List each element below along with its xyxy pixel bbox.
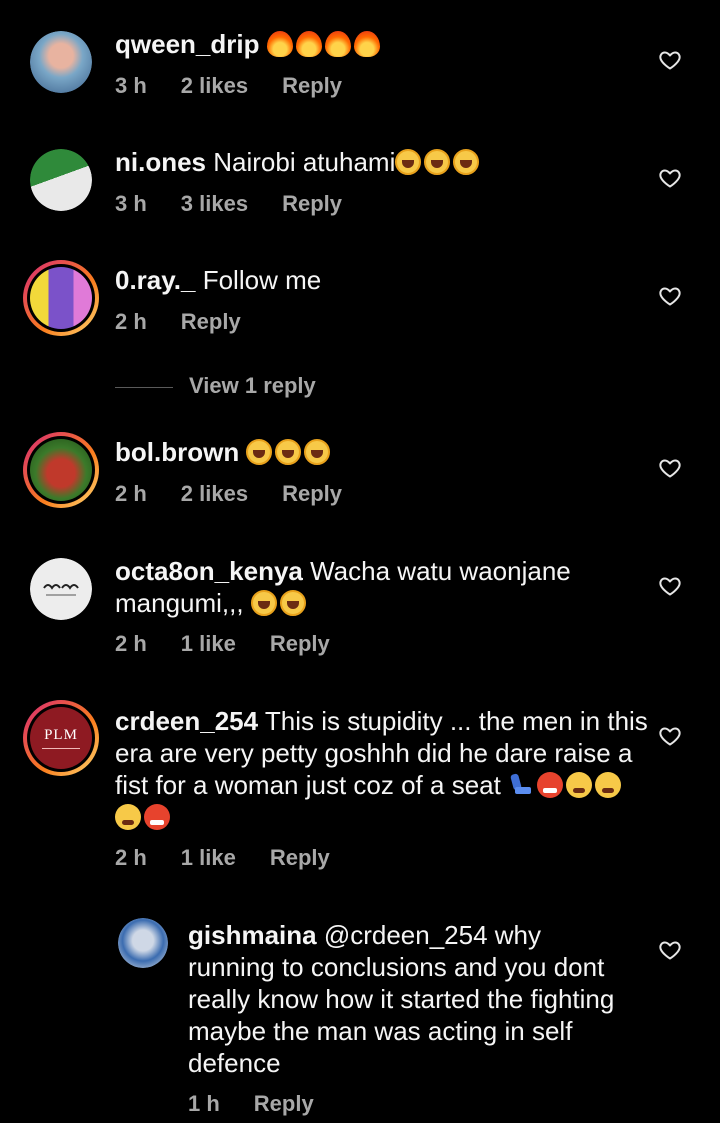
- reply-button[interactable]: Reply: [282, 481, 342, 506]
- comment-text: crdeen_254 This is stupidity ... the men…: [115, 705, 650, 833]
- heart-outline-icon[interactable]: [658, 456, 682, 480]
- comment-username[interactable]: ni.ones: [115, 147, 206, 177]
- reply-button[interactable]: Reply: [270, 631, 330, 656]
- divider: [115, 386, 173, 388]
- comment-body: Nairobi atuhami: [213, 147, 396, 177]
- heart-outline-icon[interactable]: [658, 574, 682, 598]
- comment-meta: 3 h 3 likes Reply: [115, 191, 376, 217]
- comment-time: 2 h: [115, 481, 147, 506]
- avatar-story-ring[interactable]: [23, 432, 99, 508]
- steam-nose-emoji-icon: [595, 772, 622, 798]
- emoji-group: [266, 29, 383, 59]
- laughing-emoji-icon: [395, 149, 422, 175]
- fire-emoji-icon: [353, 31, 380, 57]
- comment-likes[interactable]: 1 like: [181, 845, 236, 870]
- comment-likes[interactable]: 1 like: [181, 631, 236, 656]
- comment-time: 2 h: [115, 845, 147, 870]
- avatar-story-ring[interactable]: PLM: [23, 700, 99, 776]
- comment-meta: 1 h Reply: [188, 1091, 348, 1117]
- emoji-group: [395, 147, 482, 177]
- laughing-emoji-icon: [304, 439, 331, 465]
- heart-outline-icon[interactable]: [658, 724, 682, 748]
- laughing-emoji-icon: [250, 590, 277, 616]
- comment-meta: 2 h Reply: [115, 309, 275, 335]
- comment-likes[interactable]: 2 likes: [181, 481, 248, 506]
- avatar[interactable]: [30, 31, 92, 93]
- heart-outline-icon[interactable]: [658, 284, 682, 308]
- comment-meta: 2 h 2 likes Reply: [115, 481, 376, 507]
- laughing-emoji-icon: [424, 149, 451, 175]
- comment-username[interactable]: crdeen_254: [115, 706, 258, 736]
- view-replies-label: View 1 reply: [189, 373, 316, 398]
- heart-outline-icon[interactable]: [658, 166, 682, 190]
- avatar-logo-text: PLM: [44, 727, 78, 743]
- comment-text: bol.brown: [115, 436, 645, 468]
- avatar: PLM: [30, 707, 92, 769]
- steam-nose-emoji-icon: [566, 772, 593, 798]
- comment-text: ni.ones Nairobi atuhami: [115, 146, 645, 178]
- reply-button[interactable]: Reply: [270, 845, 330, 870]
- comment-username[interactable]: 0.ray._: [115, 265, 195, 295]
- heart-outline-icon[interactable]: [658, 938, 682, 962]
- avatar[interactable]: [30, 558, 92, 620]
- avatar: [30, 439, 92, 501]
- angry-face-emoji-icon: [144, 804, 170, 830]
- comment-text: gishmaina @crdeen_254 why running to con…: [188, 919, 628, 1079]
- avatar[interactable]: [30, 149, 92, 211]
- avatar: [30, 267, 92, 329]
- heart-outline-icon[interactable]: [658, 48, 682, 72]
- view-replies-button[interactable]: View 1 reply: [115, 373, 316, 399]
- comment-username[interactable]: qween_drip: [115, 29, 259, 59]
- comment-time: 3 h: [115, 191, 147, 216]
- fire-emoji-icon: [266, 31, 293, 57]
- comment-meta: 3 h 2 likes Reply: [115, 73, 376, 99]
- comment-time: 2 h: [115, 631, 147, 656]
- reply-button[interactable]: Reply: [254, 1091, 314, 1116]
- reply-button[interactable]: Reply: [282, 73, 342, 98]
- comment-time: 3 h: [115, 73, 147, 98]
- comment-likes[interactable]: 2 likes: [181, 73, 248, 98]
- comment-time: 1 h: [188, 1091, 220, 1116]
- comment-username[interactable]: octa8on_kenya: [115, 556, 303, 586]
- angry-face-emoji-icon: [537, 772, 564, 798]
- comment-text: octa8on_kenya Wacha watu waonjane mangum…: [115, 555, 645, 619]
- fire-emoji-icon: [324, 31, 351, 57]
- steam-nose-emoji-icon: [115, 804, 141, 830]
- avatar-story-ring[interactable]: [23, 260, 99, 336]
- fire-emoji-icon: [295, 31, 322, 57]
- comment-likes[interactable]: 3 likes: [181, 191, 248, 216]
- comment-time: 2 h: [115, 309, 147, 334]
- avatar[interactable]: [118, 918, 168, 968]
- seat-emoji-icon: [508, 772, 534, 798]
- avatar-logo: [43, 584, 79, 596]
- laughing-emoji-icon: [275, 439, 302, 465]
- reply-button[interactable]: Reply: [282, 191, 342, 216]
- comment-text: 0.ray._ Follow me: [115, 264, 645, 296]
- comment-username[interactable]: bol.brown: [115, 437, 239, 467]
- comment-text: qween_drip: [115, 28, 645, 60]
- emoji-group: [250, 588, 309, 618]
- emoji-group: [246, 437, 333, 467]
- reply-button[interactable]: Reply: [181, 309, 241, 334]
- comment-body: Follow me: [202, 265, 322, 295]
- laughing-emoji-icon: [453, 149, 480, 175]
- laughing-emoji-icon: [279, 590, 306, 616]
- comment-meta: 2 h 1 like Reply: [115, 845, 364, 871]
- comment-meta: 2 h 1 like Reply: [115, 631, 364, 657]
- laughing-emoji-icon: [246, 439, 273, 465]
- comment-username[interactable]: gishmaina: [188, 920, 317, 950]
